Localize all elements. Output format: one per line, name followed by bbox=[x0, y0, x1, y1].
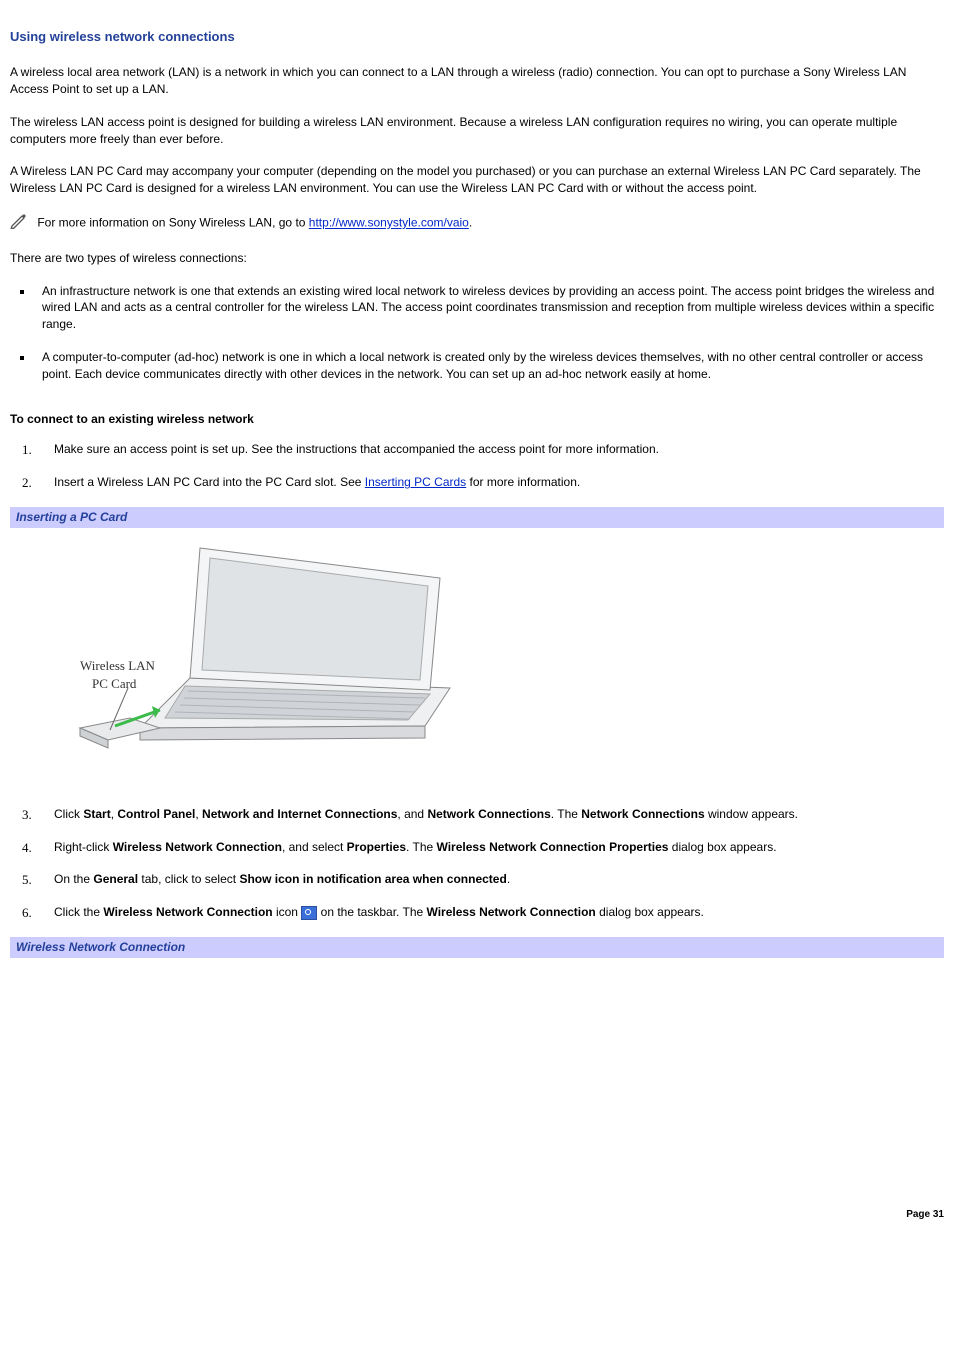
list-item: Right-click Wireless Network Connection,… bbox=[50, 839, 944, 856]
figure-caption: Wireless Network Connection bbox=[10, 937, 944, 958]
step-text: Right-click bbox=[54, 840, 113, 854]
bold-term: Show icon in notification area when conn… bbox=[239, 872, 506, 886]
step-text: dialog box appears. bbox=[596, 905, 704, 919]
list-item: Make sure an access point is set up. See… bbox=[50, 441, 944, 458]
note-text-post: . bbox=[469, 216, 472, 230]
step-text: icon bbox=[273, 905, 302, 919]
step-text: window appears. bbox=[705, 807, 798, 821]
bold-term: Network Connections bbox=[427, 807, 550, 821]
step-text: for more information. bbox=[466, 475, 580, 489]
bold-term: Properties bbox=[347, 840, 406, 854]
step-text: on the taskbar. The bbox=[317, 905, 426, 919]
step-text: Click bbox=[54, 807, 83, 821]
bold-term: General bbox=[93, 872, 138, 886]
step-text: , and select bbox=[282, 840, 347, 854]
page-number: Page 31 bbox=[10, 1208, 944, 1222]
bold-term: Wireless Network Connection bbox=[103, 905, 272, 919]
figure-label-2: PC Card bbox=[92, 676, 137, 691]
paragraph: The wireless LAN access point is designe… bbox=[10, 114, 944, 148]
bold-term: Wireless Network Connection bbox=[113, 840, 282, 854]
bold-term: Start bbox=[83, 807, 110, 821]
figure-laptop-pccard: Wireless LAN PC Card bbox=[10, 528, 944, 778]
wireless-taskbar-icon bbox=[301, 906, 317, 920]
bold-term: Wireless Network Connection bbox=[427, 905, 596, 919]
bullet-list: An infrastructure network is one that ex… bbox=[10, 283, 944, 383]
bold-term: Network Connections bbox=[581, 807, 704, 821]
paragraph: There are two types of wireless connecti… bbox=[10, 250, 944, 267]
procedure-heading: To connect to an existing wireless netwo… bbox=[10, 411, 944, 428]
section-title: Using wireless network connections bbox=[10, 28, 944, 46]
step-text: Insert a Wireless LAN PC Card into the P… bbox=[54, 475, 365, 489]
figure-dialog-placeholder bbox=[10, 958, 944, 1198]
paragraph: A Wireless LAN PC Card may accompany you… bbox=[10, 163, 944, 197]
bold-term: Network and Internet Connections bbox=[202, 807, 397, 821]
bold-term: Control Panel bbox=[117, 807, 195, 821]
step-text: , and bbox=[397, 807, 427, 821]
procedure-list-cont: Click Start, Control Panel, Network and … bbox=[10, 806, 944, 921]
bold-term: Wireless Network Connection Properties bbox=[437, 840, 669, 854]
note-text-pre: For more information on Sony Wireless LA… bbox=[37, 216, 308, 230]
step-text: tab, click to select bbox=[138, 872, 239, 886]
step-text: . The bbox=[406, 840, 436, 854]
list-item: An infrastructure network is one that ex… bbox=[34, 283, 944, 333]
list-item: A computer-to-computer (ad-hoc) network … bbox=[34, 349, 944, 383]
pencil-note-icon bbox=[10, 213, 30, 234]
step-text: dialog box appears. bbox=[668, 840, 776, 854]
list-item: Click Start, Control Panel, Network and … bbox=[50, 806, 944, 823]
list-item: On the General tab, click to select Show… bbox=[50, 871, 944, 888]
step-text: . The bbox=[551, 807, 581, 821]
note-paragraph: For more information on Sony Wireless LA… bbox=[10, 213, 944, 234]
figure-label-1: Wireless LAN bbox=[80, 658, 156, 673]
inserting-pc-cards-link[interactable]: Inserting PC Cards bbox=[365, 475, 466, 489]
list-item: Insert a Wireless LAN PC Card into the P… bbox=[50, 474, 944, 491]
paragraph: A wireless local area network (LAN) is a… bbox=[10, 64, 944, 98]
step-text: Click the bbox=[54, 905, 103, 919]
list-item: Click the Wireless Network Connection ic… bbox=[50, 904, 944, 921]
procedure-list: Make sure an access point is set up. See… bbox=[10, 441, 944, 491]
sonystyle-link[interactable]: http://www.sonystyle.com/vaio bbox=[309, 216, 469, 230]
figure-caption: Inserting a PC Card bbox=[10, 507, 944, 528]
step-text: On the bbox=[54, 872, 93, 886]
step-text: . bbox=[507, 872, 510, 886]
